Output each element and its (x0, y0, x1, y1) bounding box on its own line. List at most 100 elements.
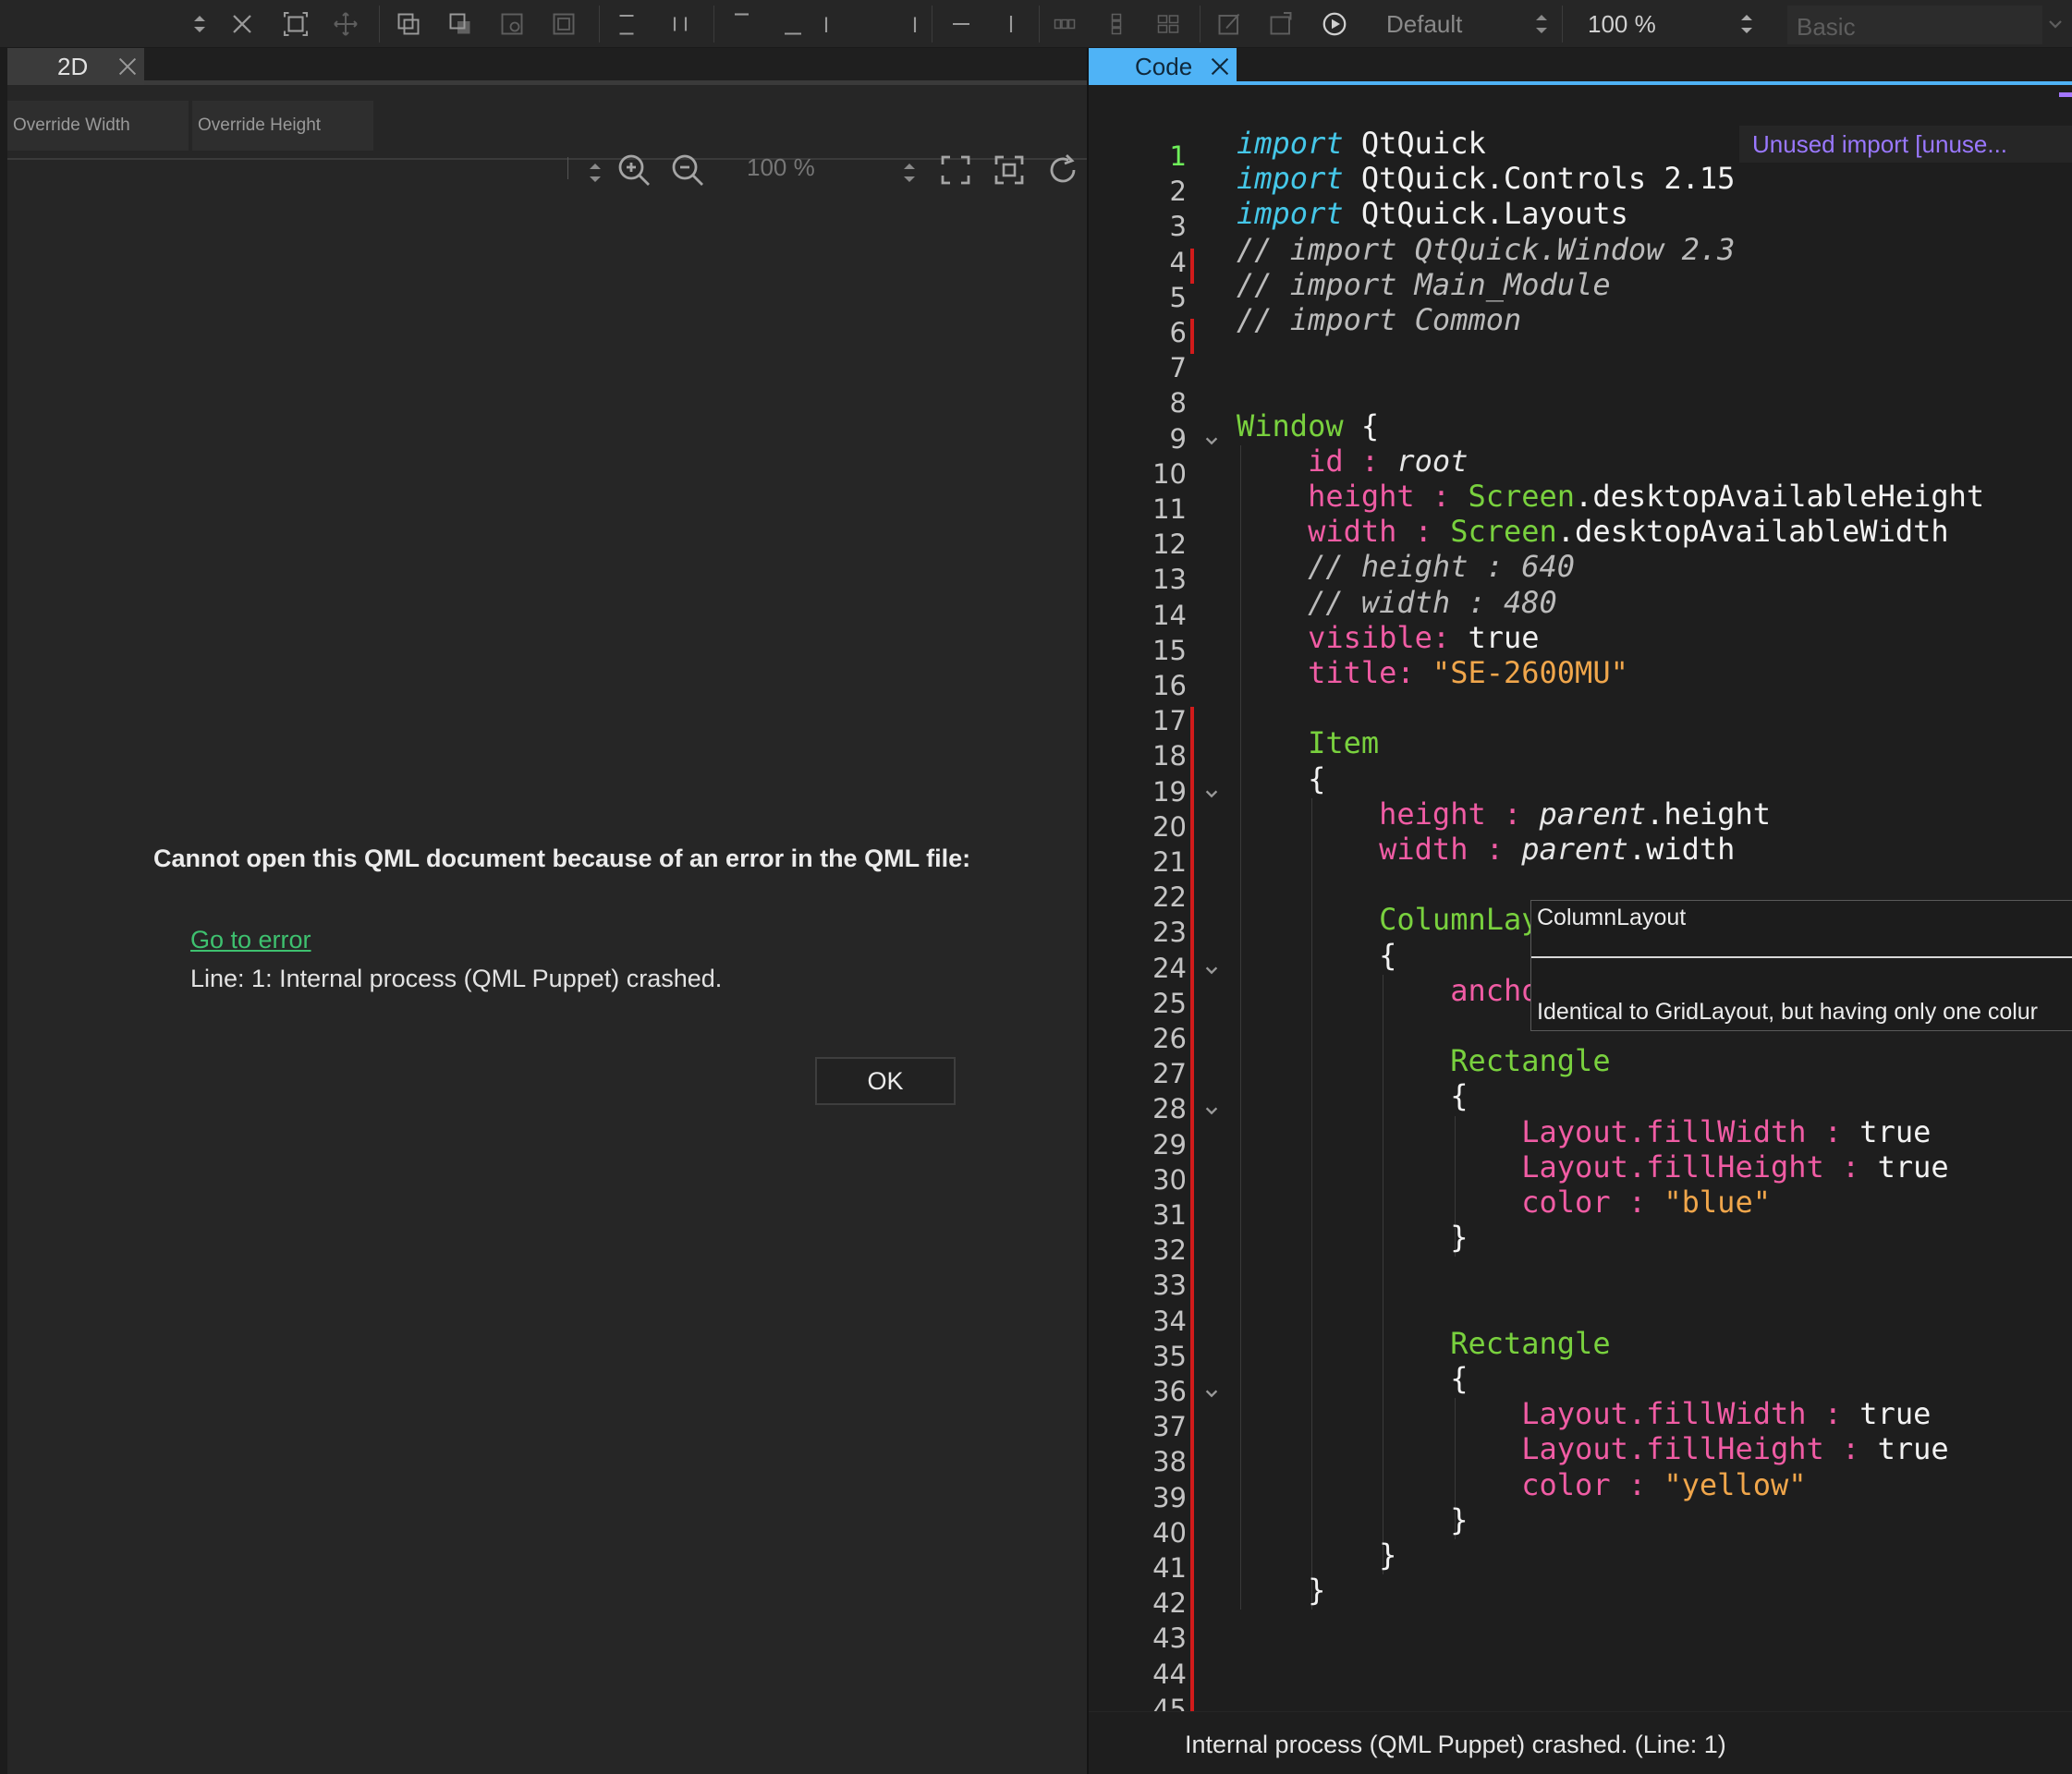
distribute-vertical-icon[interactable] (994, 7, 1028, 41)
fold-chevron-icon[interactable] (1203, 432, 1220, 449)
line-number: 41 (1152, 1552, 1187, 1584)
align-right-edge-icon[interactable] (893, 7, 926, 41)
code-line: // import Main_Module (1237, 266, 1611, 302)
line-number: 12 (1152, 529, 1187, 561)
line-number: 39 (1152, 1481, 1187, 1513)
theme-input[interactable]: Basic (1787, 6, 2042, 44)
line-number: 32 (1152, 1234, 1187, 1267)
line-number: 10 (1152, 457, 1187, 490)
code-line: Layout.fillWidth : true (1521, 1396, 1932, 1432)
code-line: import QtQuick (1237, 126, 1486, 161)
lower-icon[interactable] (547, 7, 580, 41)
fit-selection-icon[interactable] (279, 7, 312, 41)
theme-input-placeholder: Basic (1797, 13, 1856, 41)
move-icon[interactable] (329, 7, 362, 41)
close-icon[interactable] (116, 55, 139, 78)
override-height-field[interactable]: Override Height (192, 101, 373, 151)
edit-icon[interactable] (1213, 7, 1246, 41)
code-line: // import QtQuick.Window 2.3 (1237, 231, 1736, 267)
grid-layout-icon[interactable] (1152, 7, 1185, 41)
left-zoom-value[interactable]: 100 % (747, 153, 815, 182)
override-width-field[interactable]: Override Width (7, 101, 189, 151)
send-to-back-icon[interactable] (444, 7, 477, 41)
bring-to-front-icon[interactable] (392, 7, 425, 41)
change-marker (1190, 248, 1194, 284)
code-line: height : Screen.desktopAvailableHeight (1308, 479, 1985, 514)
fold-chevron-icon[interactable] (1203, 962, 1220, 978)
code-line: Item (1308, 725, 1380, 761)
column-layout-icon[interactable] (1100, 7, 1133, 41)
tab-code[interactable]: Code (1089, 48, 1237, 85)
go-to-error-link[interactable]: Go to error (190, 926, 311, 954)
code-line: } (1237, 1501, 1469, 1537)
toolbar-zoom-selector[interactable]: 100 % (1578, 6, 1763, 43)
align-top-edge-icon[interactable] (726, 7, 760, 41)
code-line: title: "SE-2600MU" (1308, 655, 1628, 690)
line-number: 33 (1152, 1270, 1187, 1302)
fold-chevron-icon[interactable] (1203, 1102, 1220, 1119)
zoom-in-icon[interactable] (616, 152, 652, 188)
line-number: 21 (1152, 846, 1187, 878)
tab-2d-label: 2D (57, 52, 89, 80)
align-bottom-edge-icon[interactable] (776, 7, 810, 41)
line-number: 42 (1152, 1587, 1187, 1620)
line-number: 5 (1169, 281, 1187, 313)
line-number: 9 (1169, 422, 1187, 455)
code-tooltip: ColumnLayout Identical to GridLayout, bu… (1530, 900, 2072, 1031)
code-line: Layout.fillHeight : true (1521, 1431, 1949, 1467)
close-x-icon[interactable] (225, 7, 259, 41)
line-number: 44 (1152, 1658, 1187, 1690)
status-message: Internal process (QML Puppet) crashed. (… (1185, 1731, 1726, 1758)
tab-2d[interactable]: 2D (7, 48, 144, 85)
fold-chevron-icon[interactable] (1203, 785, 1220, 802)
line-number: 16 (1152, 670, 1187, 701)
line-number: 17 (1152, 705, 1187, 737)
tooltip-title: ColumnLayout (1537, 905, 1687, 930)
reset-view-icon[interactable] (1044, 152, 1081, 188)
row-layout-icon[interactable] (1048, 7, 1081, 41)
code-line: } (1237, 1537, 1397, 1573)
code-line: { (1237, 937, 1397, 973)
code-line: // import Common (1237, 302, 1522, 337)
distribute-horizontal-icon[interactable] (945, 7, 978, 41)
fold-chevron-icon[interactable] (1203, 1385, 1220, 1402)
ok-button[interactable]: OK (815, 1057, 956, 1105)
code-line: import QtQuick.Layouts (1237, 196, 1628, 232)
style-selector[interactable]: Default (1377, 6, 1558, 43)
line-number: 13 (1152, 564, 1187, 596)
line-number: 25 (1152, 987, 1187, 1019)
align-left-edge-icon[interactable] (815, 7, 848, 41)
close-icon[interactable] (1209, 55, 1231, 78)
align-top-icon[interactable] (610, 7, 643, 41)
align-vertical-center-icon[interactable] (664, 7, 697, 41)
change-marker (1190, 707, 1194, 1767)
line-number: 15 (1152, 634, 1187, 666)
component-icon[interactable] (1264, 7, 1298, 41)
chevron-up-down-icon[interactable] (586, 159, 604, 187)
code-editor-pane: Code 1 2 3 4 5 6 7 8 9 10 11 12 13 14 15 16 17 18 19 20 21 22… (1087, 48, 2072, 1774)
play-icon[interactable] (1318, 7, 1351, 41)
chevron-up-down-icon[interactable] (900, 159, 919, 187)
chevron-up-down-icon (1536, 15, 1547, 33)
fit-selected-icon[interactable] (991, 152, 1028, 188)
line-number: 29 (1152, 1128, 1187, 1160)
line-number: 28 (1152, 1093, 1187, 1125)
chevron-down-icon[interactable] (2039, 7, 2072, 41)
fit-to-view-icon[interactable] (937, 152, 974, 188)
line-number: 30 (1152, 1163, 1187, 1196)
line-number: 24 (1152, 952, 1187, 984)
raise-icon[interactable] (495, 7, 529, 41)
line-number-gutter: 1 2 3 4 5 6 7 8 9 10 11 12 13 14 15 16 17 18 19 20 21 22 23 24 2… (1089, 89, 1218, 1767)
error-line-message: Line: 1: Internal process (QML Puppet) c… (190, 965, 723, 992)
line-number: 2 (1169, 176, 1187, 208)
line-number: 38 (1152, 1446, 1187, 1478)
code-line: { (1237, 760, 1326, 796)
up-down-arrows-icon[interactable] (183, 7, 216, 41)
code-line: import QtQuick.Controls 2.15 (1237, 161, 1736, 197)
code-line: Rectangle (1450, 1043, 1611, 1079)
tooltip-description: Identical to GridLayout, but having only… (1537, 999, 2039, 1025)
line-number: 7 (1169, 352, 1187, 384)
line-number: 19 (1152, 775, 1187, 808)
zoom-out-icon[interactable] (669, 152, 706, 188)
tab-code-label: Code (1135, 52, 1193, 80)
